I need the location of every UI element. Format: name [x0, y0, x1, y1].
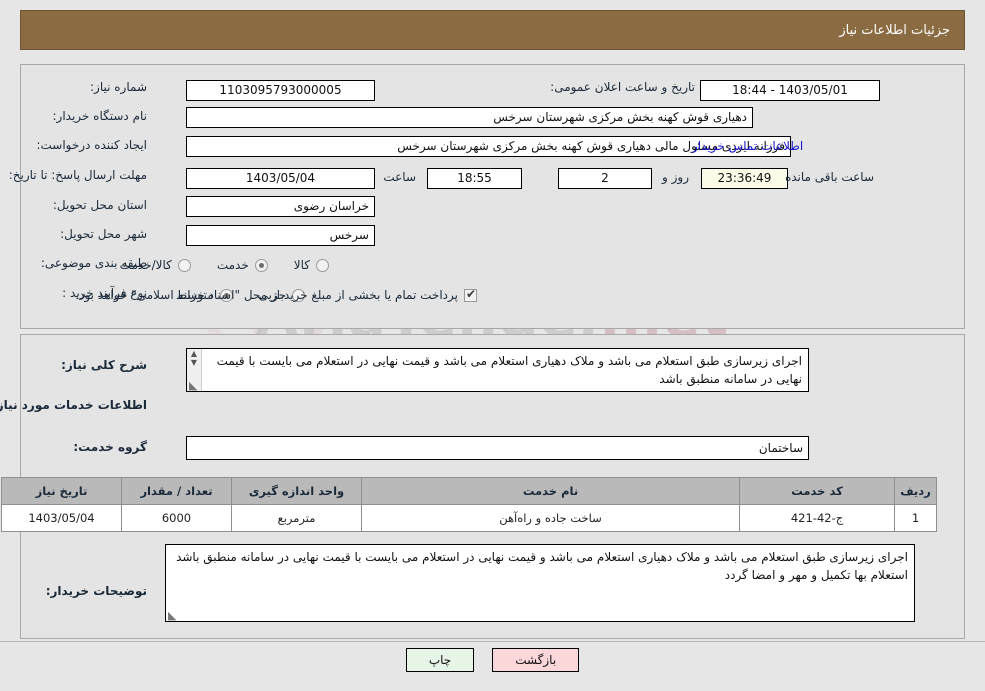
col-service-code: کد خدمت: [739, 477, 895, 505]
deadline-time-label: ساعت: [383, 170, 416, 184]
radio-icon[interactable]: [177, 258, 191, 272]
province-label: استان محل تحویل:: [52, 198, 147, 212]
service-group-label: گروه خدمت:: [73, 440, 147, 454]
service-group-value: ساختمان: [186, 436, 809, 460]
col-service-name: نام خدمت: [361, 477, 740, 505]
footer-button-bar: بازگشت چاپ: [0, 648, 985, 672]
category-radio-group: کالا خدمت کالا/خدمت: [94, 258, 329, 272]
radio-icon[interactable]: [316, 258, 329, 272]
category-option-label: کالا/خدمت: [119, 258, 172, 272]
category-option-khedmat[interactable]: خدمت: [217, 258, 268, 272]
cell-radif: 1: [894, 504, 937, 532]
buyer-notes-text: اجرای زیرسازی طبق استعلام می باشد و ملاک…: [176, 550, 908, 582]
city-row: شهر محل تحویل:: [60, 227, 147, 241]
buyer-org-value: دهیاری قوش کهنه بخش مرکزی شهرستان سرخس: [186, 107, 753, 128]
resize-grip-icon[interactable]: ◢: [189, 379, 197, 391]
creator-label: ایجاد کننده درخواست:: [36, 138, 147, 152]
buyer-notes-label: توضیحات خریدار:: [45, 584, 147, 598]
scroll-down-icon[interactable]: ▼: [191, 358, 197, 367]
province-row: استان محل تحویل:: [53, 198, 147, 212]
remaining-days-value: 2: [558, 168, 652, 189]
page-title: جزئیات اطلاعات نیاز: [839, 22, 950, 38]
col-quantity: تعداد / مقدار: [121, 477, 232, 505]
treasury-note-label: پرداخت تمام یا بخشی از مبلغ خرید،از محل …: [75, 288, 458, 302]
resize-grip-icon[interactable]: ◢: [168, 609, 176, 621]
creator-row: ایجاد کننده درخواست:: [36, 138, 147, 152]
announce-date-value: 1403/05/01 - 18:44: [700, 80, 880, 101]
col-unit: واحد اندازه گیری: [231, 477, 362, 505]
scroll-up-icon[interactable]: ▲: [191, 349, 197, 358]
cell-quantity: 6000: [121, 504, 232, 532]
col-radif: ردیف: [894, 477, 937, 505]
remaining-days-label: روز و: [662, 170, 689, 184]
radio-icon[interactable]: [254, 258, 268, 272]
col-need-date: تاریخ نیاز: [1, 477, 122, 505]
province-value: خراسان رضوی: [186, 196, 375, 217]
services-section-title: اطلاعات خدمات مورد نیاز: [0, 398, 147, 412]
need-number-value: 1103095793000005: [186, 80, 375, 101]
back-button[interactable]: بازگشت: [492, 648, 580, 672]
services-table: ردیف کد خدمت نام خدمت واحد اندازه گیری ت…: [1, 477, 937, 532]
deadline-date-value: 1403/05/04: [186, 168, 375, 189]
buyer-notes-textarea[interactable]: اجرای زیرسازی طبق استعلام می باشد و ملاک…: [165, 544, 915, 622]
summary-label: شرح کلی نیاز:: [61, 358, 147, 372]
remaining-suffix-label: ساعت باقی مانده: [784, 170, 874, 184]
cell-service-name: ساخت جاده و راه‌آهن: [361, 504, 740, 532]
footer-divider: [0, 641, 985, 642]
category-option-kala-khedmat[interactable]: کالا/خدمت: [120, 258, 191, 272]
cell-need-date: 1403/05/04: [1, 504, 122, 532]
need-number-label: شماره نیاز:: [90, 80, 147, 94]
category-option-label: خدمت: [216, 258, 249, 272]
announce-label-row: تاریخ و ساعت اعلان عمومی:: [550, 80, 695, 94]
checkbox-icon[interactable]: [464, 287, 477, 302]
buyer-contact-link[interactable]: اطلاعات تماس خریدار: [692, 139, 803, 153]
cell-service-code: ج-42-421: [739, 504, 895, 532]
deadline-row: مهلت ارسال پاسخ: تا تاریخ:: [0, 167, 147, 183]
treasury-checkbox-row[interactable]: پرداخت تمام یا بخشی از مبلغ خرید،از محل …: [75, 287, 477, 302]
deadline-label: مهلت ارسال پاسخ: تا تاریخ:: [8, 168, 147, 182]
table-header-row: ردیف کد خدمت نام خدمت واحد اندازه گیری ت…: [1, 477, 937, 505]
summary-text: اجرای زیرسازی طبق استعلام می باشد و ملاک…: [212, 354, 802, 386]
table-row: 1 ج-42-421 ساخت جاده و راه‌آهن مترمربع 6…: [1, 504, 937, 532]
buyer-org-label: نام دستگاه خریدار:: [52, 109, 148, 123]
cell-unit: مترمربع: [231, 504, 362, 532]
deadline-time-value: 18:55: [427, 168, 522, 189]
page-header: جزئیات اطلاعات نیاز: [20, 10, 965, 50]
category-option-label: کالا: [293, 258, 310, 272]
city-value: سرخس: [186, 225, 375, 246]
city-label: شهر محل تحویل:: [60, 227, 147, 241]
print-button[interactable]: چاپ: [405, 648, 475, 672]
buyer-org-row: نام دستگاه خریدار:: [53, 109, 148, 123]
summary-textarea[interactable]: ▲ ▼ اجرای زیرسازی طبق استعلام می باشد و …: [186, 348, 809, 392]
category-option-kala[interactable]: کالا: [294, 258, 329, 272]
remaining-clock-value: 23:36:49: [701, 168, 788, 189]
announce-date-label: تاریخ و ساعت اعلان عمومی:: [550, 80, 695, 94]
